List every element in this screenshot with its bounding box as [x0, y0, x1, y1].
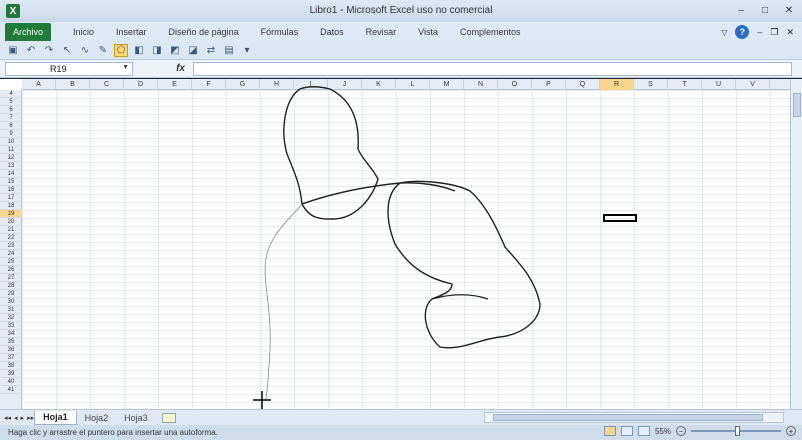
drawing-toolbar: ▣ ↶ ↷ ↖ ∿ ✎ ⬠ ◧ ◨ ◩ ◪ ⇄ ▤ ▾ — [0, 42, 802, 60]
ribbon-collapse-icon[interactable]: ▽ — [721, 28, 727, 37]
zoom-out-button[interactable]: − — [676, 426, 686, 436]
sheet-nav-last-icon[interactable]: ▸▸ — [27, 414, 34, 422]
vertical-scroll-thumb[interactable] — [793, 93, 801, 117]
tab-diseno-pagina[interactable]: Diseño de página — [169, 27, 239, 37]
format-icon[interactable]: ▤ — [222, 44, 236, 57]
freeform-arm-shape — [387, 180, 541, 349]
tab-formulas[interactable]: Fórmulas — [261, 27, 299, 37]
freeform-drawing[interactable] — [0, 79, 790, 409]
chevron-down-icon[interactable]: ▼ — [122, 64, 129, 71]
tab-archivo[interactable]: Archivo — [5, 23, 52, 41]
name-box-value: R19 — [50, 63, 67, 74]
sheet-nav-next-icon[interactable]: ▸ — [21, 414, 25, 422]
close-button[interactable]: ✕ — [780, 3, 798, 17]
pencil-icon[interactable]: ✎ — [96, 44, 110, 57]
insert-sheet-icon[interactable] — [161, 412, 176, 423]
sheet-nav: ◂◂ ◂ ▸ ▸▸ — [4, 414, 34, 422]
tab-vista[interactable]: Vista — [418, 27, 438, 37]
worksheet[interactable]: ABCDEFGHIJKLMNOPQRSTUV 4 5 6 7 8 9 10 11 12 13 14 1… — [0, 79, 790, 409]
name-box[interactable]: R19 ▼ — [5, 61, 133, 76]
window-title: Libro1 - Microsoft Excel uso no comercia… — [309, 5, 493, 16]
active-cell-r19[interactable] — [603, 214, 637, 222]
zoom-slider-knob[interactable] — [735, 426, 740, 436]
shape-icon[interactable]: ◧ — [132, 44, 146, 57]
freeform-icon[interactable]: ⬠ — [114, 44, 128, 57]
maximize-button[interactable]: □ — [756, 3, 774, 17]
minimize-button[interactable]: – — [732, 3, 750, 17]
shape2-icon[interactable]: ◨ — [150, 44, 164, 57]
fx-icon[interactable]: fx — [133, 62, 193, 76]
title-bar: X Libro1 - Microsoft Excel uso no comerc… — [0, 0, 802, 22]
zoom-slider[interactable] — [691, 426, 781, 436]
vertical-scrollbar[interactable] — [790, 79, 802, 409]
customize-icon[interactable]: ▾ — [240, 44, 254, 57]
crosshair-cursor-icon — [253, 391, 271, 409]
sheet-tab-hoja2[interactable]: Hoja2 — [77, 411, 117, 425]
horizontal-scrollbar[interactable] — [484, 412, 784, 423]
page-layout-view-icon[interactable] — [620, 426, 633, 436]
save-icon[interactable]: ▣ — [6, 44, 20, 57]
freeform-head-shape — [283, 86, 379, 220]
sheet-tab-hoja3[interactable]: Hoja3 — [116, 411, 156, 425]
status-message: Haga clic y arrastre el puntero para ins… — [8, 428, 218, 437]
select-icon[interactable]: ↖ — [60, 44, 74, 57]
freeform-shoulder-line — [301, 182, 456, 205]
tab-revisar[interactable]: Revisar — [366, 27, 397, 37]
curve-icon[interactable]: ∿ — [78, 44, 92, 57]
zoom-level[interactable]: 55% — [655, 427, 671, 436]
doc-restore-icon[interactable]: ❐ — [770, 27, 778, 38]
redo-icon[interactable]: ↷ — [42, 44, 56, 57]
status-bar: Haga clic y arrastre el puntero para ins… — [0, 425, 802, 440]
ribbon-right-controls: ▽ ? – ❐ ✕ — [721, 25, 794, 39]
tab-complementos[interactable]: Complementos — [460, 27, 521, 37]
sheet-nav-first-icon[interactable]: ◂◂ — [4, 414, 11, 422]
status-right: 55% − + — [603, 426, 796, 436]
ribbon-tabs: Archivo Inicio Insertar Diseño de página… — [0, 22, 802, 42]
horizontal-scroll-thumb[interactable] — [493, 414, 763, 421]
normal-view-icon[interactable] — [603, 426, 616, 436]
arrange-icon[interactable]: ⇄ — [204, 44, 218, 57]
tab-insertar[interactable]: Insertar — [116, 27, 147, 37]
shape4-icon[interactable]: ◪ — [186, 44, 200, 57]
shape3-icon[interactable]: ◩ — [168, 44, 182, 57]
doc-minimize-icon[interactable]: – — [757, 27, 762, 37]
freeform-torso-line — [264, 203, 303, 400]
formula-input[interactable] — [193, 61, 792, 76]
undo-icon[interactable]: ↶ — [24, 44, 38, 57]
tab-inicio[interactable]: Inicio — [73, 27, 94, 37]
page-break-view-icon[interactable] — [637, 426, 650, 436]
sheet-nav-prev-icon[interactable]: ◂ — [14, 414, 18, 422]
doc-close-icon[interactable]: ✕ — [786, 27, 794, 38]
window-controls: – □ ✕ — [732, 3, 798, 17]
tab-datos[interactable]: Datos — [320, 27, 344, 37]
sheet-tab-bar: ◂◂ ◂ ▸ ▸▸ Hoja1 Hoja2 Hoja3 — [0, 409, 802, 425]
sheet-tab-hoja1[interactable]: Hoja1 — [34, 410, 77, 425]
formula-bar: R19 ▼ fx — [0, 60, 802, 78]
help-icon[interactable]: ? — [735, 25, 750, 39]
zoom-in-button[interactable]: + — [786, 426, 796, 436]
